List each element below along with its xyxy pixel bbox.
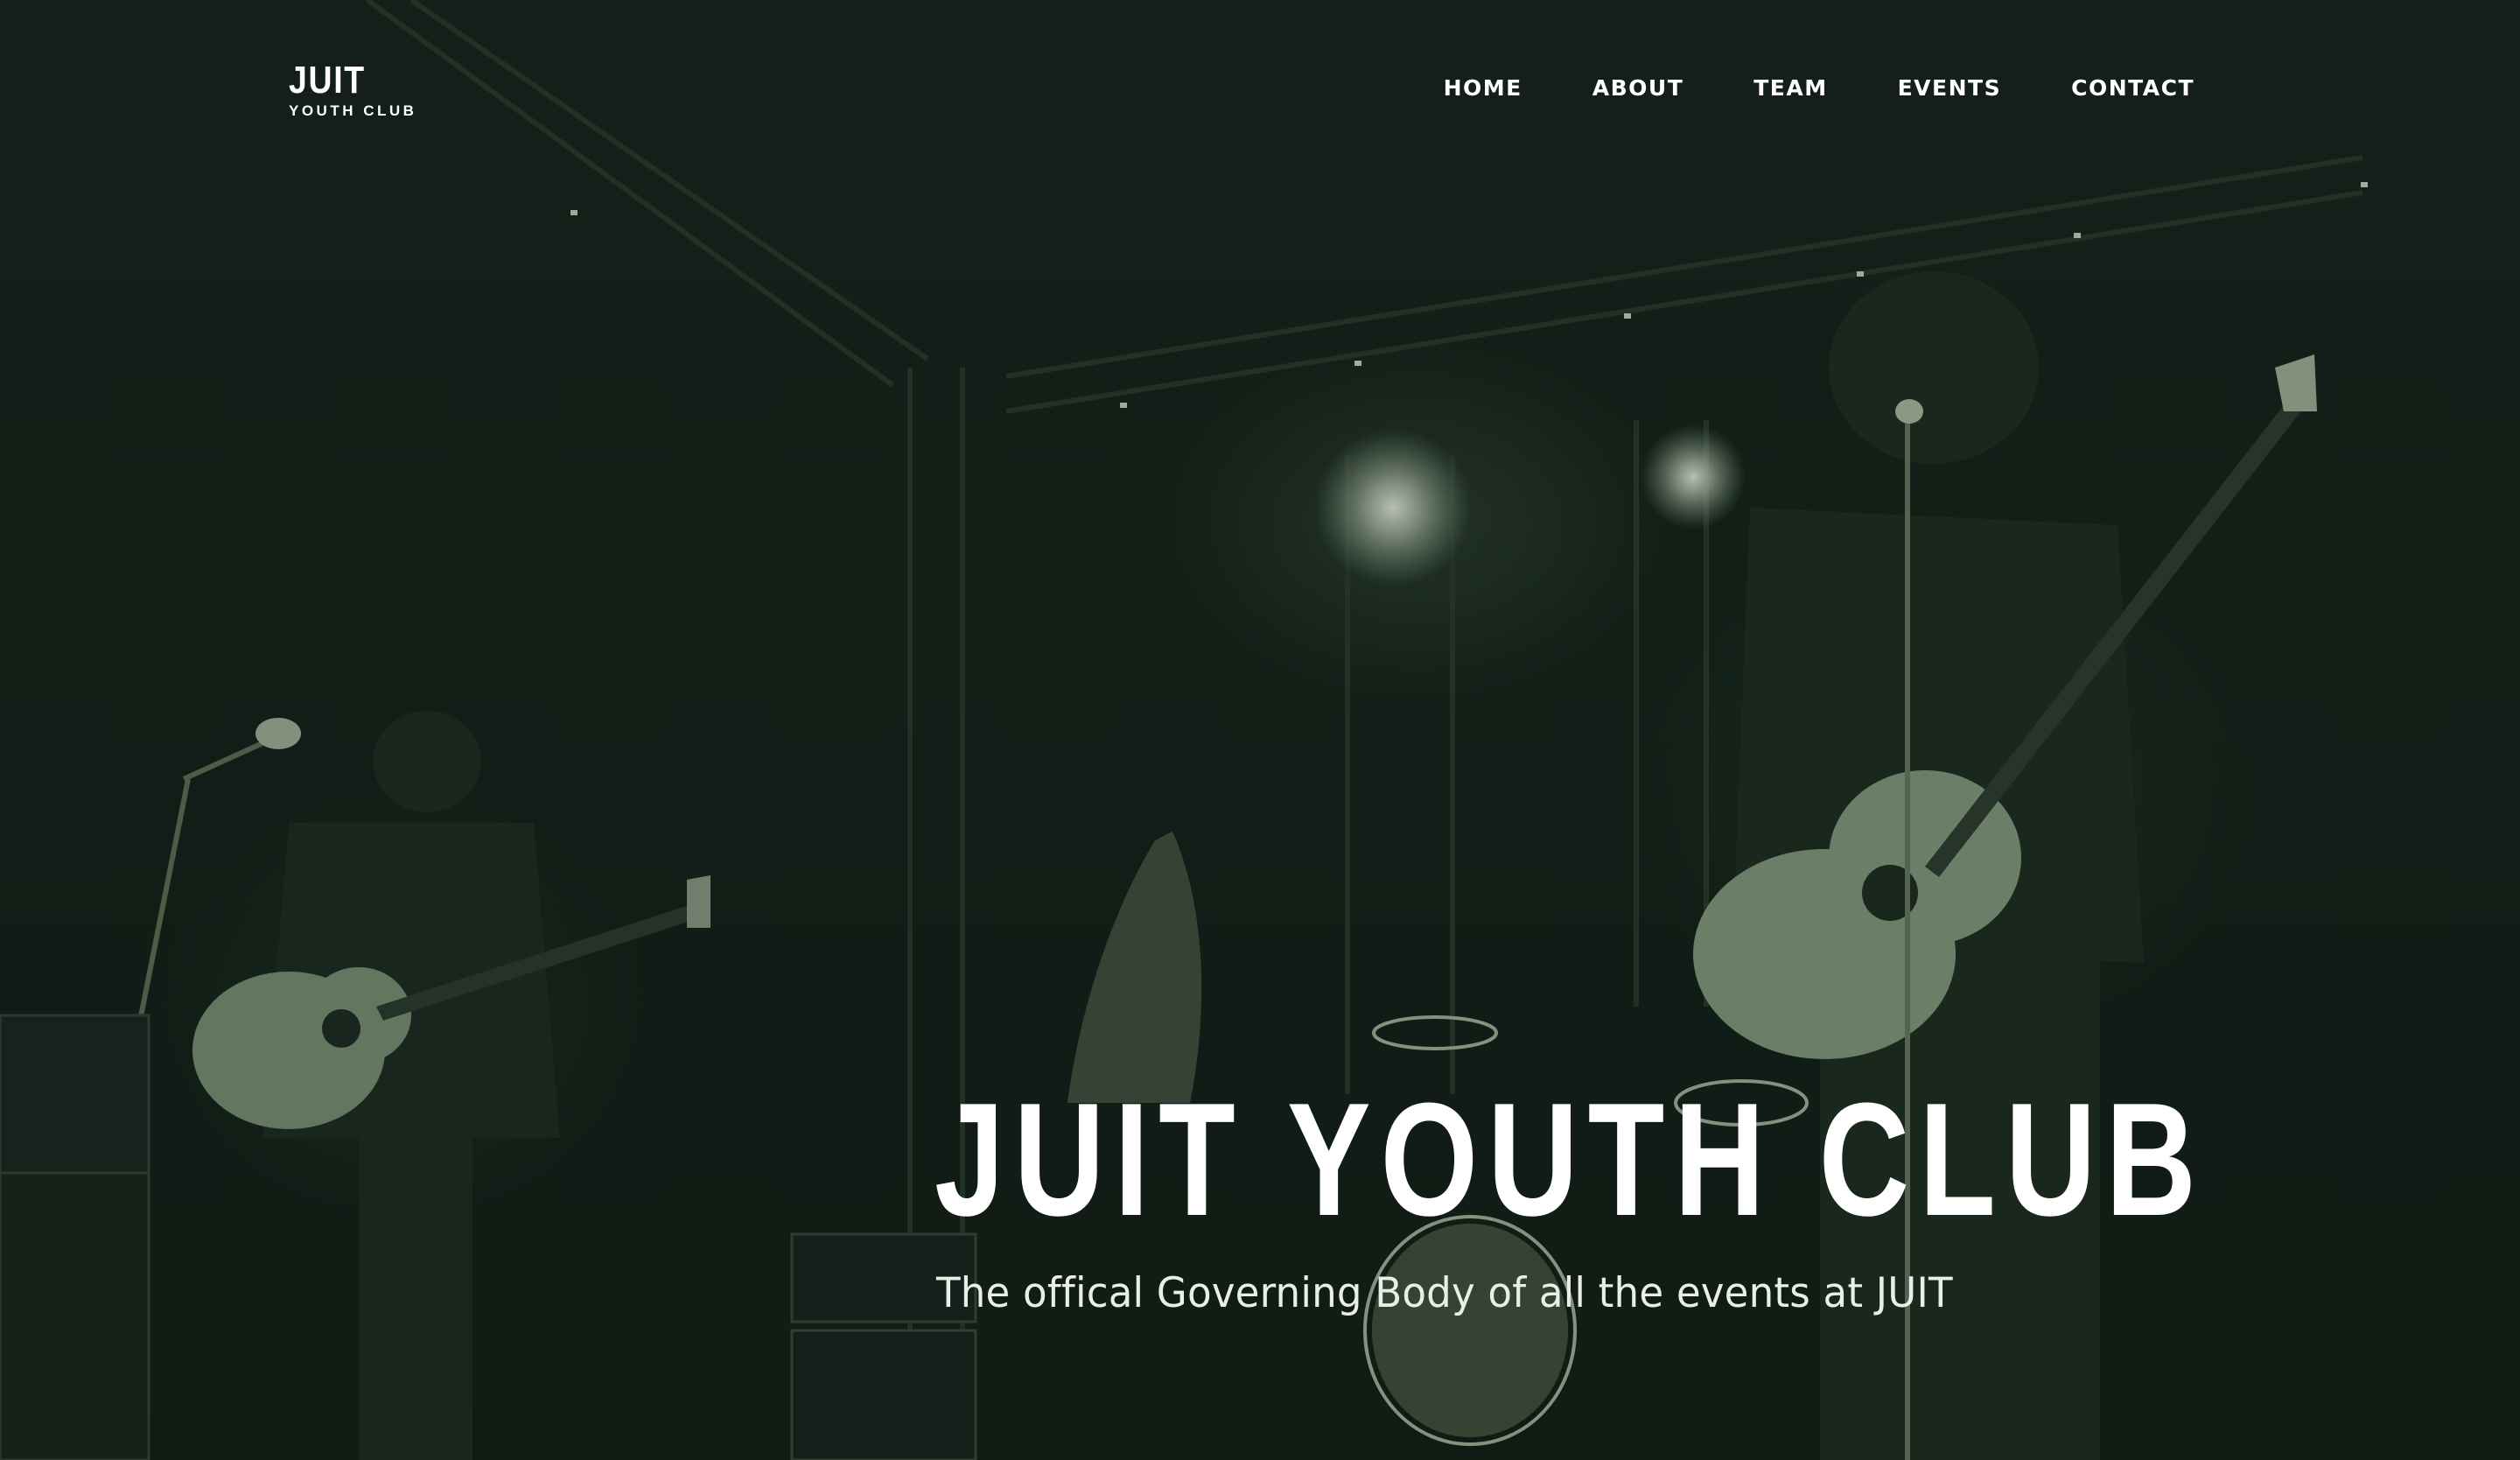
hero-subtitle: The offical Governing Body of all the ev… xyxy=(936,1269,1953,1317)
nav-events-link[interactable]: EVENTS xyxy=(1898,75,2002,101)
logo-title: JUIT xyxy=(289,59,366,102)
nav-about-link[interactable]: ABOUT xyxy=(1592,75,1684,101)
nav-contact-link[interactable]: CONTACT xyxy=(2071,75,2194,101)
logo-subtitle: YOUTH CLUB xyxy=(289,102,417,119)
site-logo[interactable]: JUIT YOUTH CLUB xyxy=(289,59,417,119)
hero-title: JUIT YOUTH CLUB xyxy=(934,1069,2206,1249)
nav-home-link[interactable]: HOME xyxy=(1444,75,1522,101)
main-nav: HOME ABOUT TEAM EVENTS CONTACT xyxy=(1444,75,2194,101)
hero-section: JUIT YOUTH CLUB HOME ABOUT TEAM EVENTS C… xyxy=(0,0,2520,1460)
nav-team-link[interactable]: TEAM xyxy=(1754,75,1827,101)
